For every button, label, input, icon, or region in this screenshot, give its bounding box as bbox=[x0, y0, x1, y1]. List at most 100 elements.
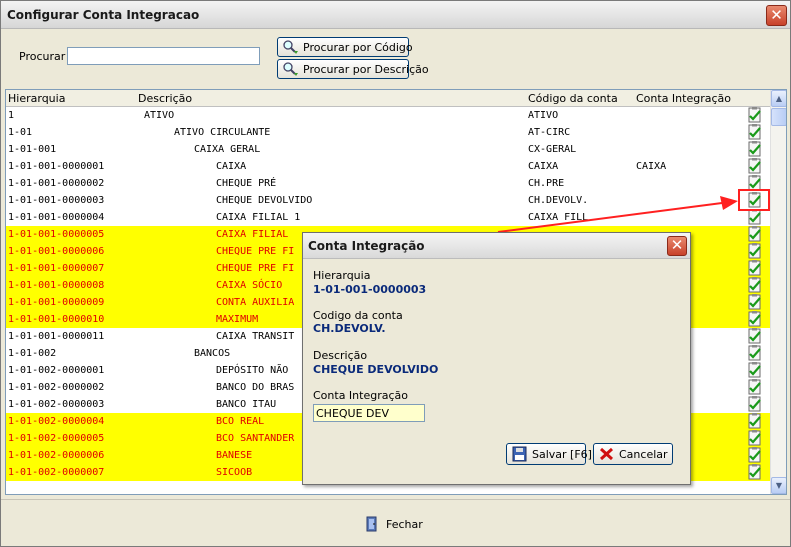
edit-checklist-icon[interactable] bbox=[746, 107, 763, 124]
cell-descricao: CHEQUE PRE FI bbox=[216, 246, 295, 257]
cell-hierarquia: 1-01-001-0000007 bbox=[8, 263, 105, 274]
cell-descricao: DEPÓSITO NÃO bbox=[216, 365, 289, 376]
edit-checklist-icon[interactable] bbox=[746, 396, 763, 413]
cell-hierarquia: 1-01-001-0000010 bbox=[8, 314, 105, 325]
table-row[interactable]: 1-01-001-0000002 CHEQUE PRÉ CH.PRE bbox=[6, 175, 772, 192]
cell-descricao: CAIXA SÓCIO bbox=[216, 280, 283, 291]
hierarquia-value: 1-01-001-0000003 bbox=[313, 283, 427, 296]
dialog-title: Conta Integração bbox=[308, 239, 425, 253]
cell-descricao: BANESE bbox=[216, 450, 253, 461]
edit-checklist-icon[interactable] bbox=[746, 447, 763, 464]
cell-hierarquia: 1-01-002 bbox=[8, 348, 57, 359]
codigo-label: Codigo da conta bbox=[313, 309, 403, 322]
cell-hierarquia: 1-01-002-0000003 bbox=[8, 399, 105, 410]
cell-codigo: CAIXA bbox=[528, 161, 559, 172]
edit-checklist-icon[interactable] bbox=[746, 226, 763, 243]
cell-codigo: CAIXA FILL bbox=[528, 212, 589, 223]
cell-codigo: AT-CIRC bbox=[528, 127, 571, 138]
close-button[interactable]: ✕ bbox=[766, 5, 787, 26]
edit-checklist-icon[interactable] bbox=[746, 124, 763, 141]
column-header-codigo[interactable]: Código da conta bbox=[528, 92, 618, 105]
cell-descricao: SICOOB bbox=[216, 467, 253, 478]
close-window-label: Fechar bbox=[386, 517, 423, 531]
cell-codigo: CH.DEVOLV. bbox=[528, 195, 589, 206]
cell-hierarquia: 1-01-002-0000004 bbox=[8, 416, 105, 427]
search-by-description-button[interactable]: Procurar por Descrição bbox=[277, 59, 429, 79]
search-area: Procurar Procurar por Código Procurar po… bbox=[1, 30, 790, 88]
edit-checklist-icon[interactable] bbox=[746, 379, 763, 396]
cell-hierarquia: 1-01-002-0000005 bbox=[8, 433, 105, 444]
column-header-conta-integracao[interactable]: Conta Integração bbox=[636, 92, 731, 105]
dialog-close-button[interactable]: ✕ bbox=[667, 236, 687, 256]
search-input[interactable] bbox=[67, 47, 260, 65]
search-label: Procurar bbox=[19, 50, 66, 63]
edit-checklist-icon[interactable] bbox=[746, 141, 763, 158]
edit-checklist-icon[interactable] bbox=[746, 277, 763, 294]
cell-hierarquia: 1-01-001-0000001 bbox=[8, 161, 105, 172]
cancel-label: Cancelar bbox=[619, 447, 668, 461]
descricao-value: CHEQUE DEVOLVIDO bbox=[313, 363, 439, 376]
cell-descricao: BANCOS bbox=[194, 348, 231, 359]
close-window-button[interactable]: Fechar bbox=[364, 514, 423, 534]
edit-checklist-icon[interactable] bbox=[746, 260, 763, 277]
scroll-thumb[interactable] bbox=[771, 108, 786, 126]
table-row[interactable]: 1-01-001-0000004 CAIXA FILIAL 1 CAIXA FILL bbox=[6, 209, 772, 226]
cell-hierarquia: 1-01-001-0000011 bbox=[8, 331, 105, 342]
table-row[interactable]: 1 ATIVO ATIVO bbox=[6, 107, 772, 124]
conta-integracao-input[interactable] bbox=[313, 404, 425, 422]
search-by-code-label: Procurar por Código bbox=[303, 40, 413, 54]
cell-hierarquia: 1-01-001-0000006 bbox=[8, 246, 105, 257]
table-row[interactable]: 1-01-001 CAIXA GERAL CX-GERAL bbox=[6, 141, 772, 158]
scroll-up-button[interactable]: ▲ bbox=[771, 90, 786, 107]
table-row[interactable]: 1-01-001-0000003 CHEQUE DEVOLVIDO CH.DEVOL… bbox=[6, 192, 772, 209]
cell-descricao: BCO SANTANDER bbox=[216, 433, 295, 444]
column-header-descricao[interactable]: Descrição bbox=[138, 92, 192, 105]
edit-checklist-icon[interactable] bbox=[746, 362, 763, 379]
bottom-bar: Fechar bbox=[1, 499, 790, 546]
table-row[interactable]: 1-01-001-0000001 CAIXA CAIXA CAIXA bbox=[6, 158, 772, 175]
door-exit-icon bbox=[364, 516, 382, 532]
codigo-value: CH.DEVOLV. bbox=[313, 322, 386, 335]
search-by-description-label: Procurar por Descrição bbox=[303, 62, 429, 76]
save-button[interactable]: Salvar [F6] bbox=[506, 443, 592, 465]
edit-checklist-icon[interactable] bbox=[746, 158, 763, 175]
edit-checklist-icon[interactable] bbox=[746, 430, 763, 447]
pointer-highlight-box bbox=[738, 189, 770, 211]
cell-conta-integracao: CAIXA bbox=[636, 161, 667, 172]
cell-descricao: CAIXA GERAL bbox=[194, 144, 261, 155]
cell-hierarquia: 1-01-001-0000002 bbox=[8, 178, 105, 189]
cell-codigo: ATIVO bbox=[528, 110, 559, 121]
edit-checklist-icon[interactable] bbox=[746, 294, 763, 311]
cell-hierarquia: 1-01-001-0000008 bbox=[8, 280, 105, 291]
cancel-button[interactable]: Cancelar bbox=[593, 443, 673, 465]
floppy-disk-icon bbox=[511, 446, 529, 462]
edit-checklist-icon[interactable] bbox=[746, 209, 763, 226]
cell-descricao: BANCO DO BRAS bbox=[216, 382, 295, 393]
edit-checklist-icon[interactable] bbox=[746, 243, 763, 260]
edit-checklist-icon[interactable] bbox=[746, 345, 763, 362]
search-magnifier-icon bbox=[282, 61, 300, 77]
cell-hierarquia: 1-01-001-0000005 bbox=[8, 229, 105, 240]
edit-checklist-icon[interactable] bbox=[746, 413, 763, 430]
cell-descricao: ATIVO bbox=[144, 110, 175, 121]
vertical-scrollbar[interactable]: ▲ ▼ bbox=[770, 90, 786, 494]
cell-hierarquia: 1-01-002-0000002 bbox=[8, 382, 105, 393]
search-by-code-button[interactable]: Procurar por Código bbox=[277, 37, 413, 57]
column-header-hierarquia[interactable]: Hierarquia bbox=[8, 92, 65, 105]
cell-descricao: CAIXA TRANSIT bbox=[216, 331, 295, 342]
cell-hierarquia: 1-01-001-0000009 bbox=[8, 297, 105, 308]
table-row[interactable]: 1-01 ATIVO CIRCULANTE AT-CIRC bbox=[6, 124, 772, 141]
edit-checklist-icon[interactable] bbox=[746, 311, 763, 328]
cell-hierarquia: 1-01-002-0000007 bbox=[8, 467, 105, 478]
cell-hierarquia: 1 bbox=[8, 110, 15, 121]
scroll-down-button[interactable]: ▼ bbox=[771, 477, 786, 494]
cell-descricao: CHEQUE PRÉ bbox=[216, 178, 277, 189]
hierarquia-label: Hierarquia bbox=[313, 269, 371, 282]
edit-checklist-icon[interactable] bbox=[746, 464, 763, 481]
cell-hierarquia: 1-01-002-0000006 bbox=[8, 450, 105, 461]
cell-descricao: CAIXA FILIAL bbox=[216, 229, 289, 240]
descricao-label: Descrição bbox=[313, 349, 368, 362]
save-label: Salvar [F6] bbox=[532, 447, 592, 461]
cell-descricao: BCO REAL bbox=[216, 416, 265, 427]
edit-checklist-icon[interactable] bbox=[746, 328, 763, 345]
